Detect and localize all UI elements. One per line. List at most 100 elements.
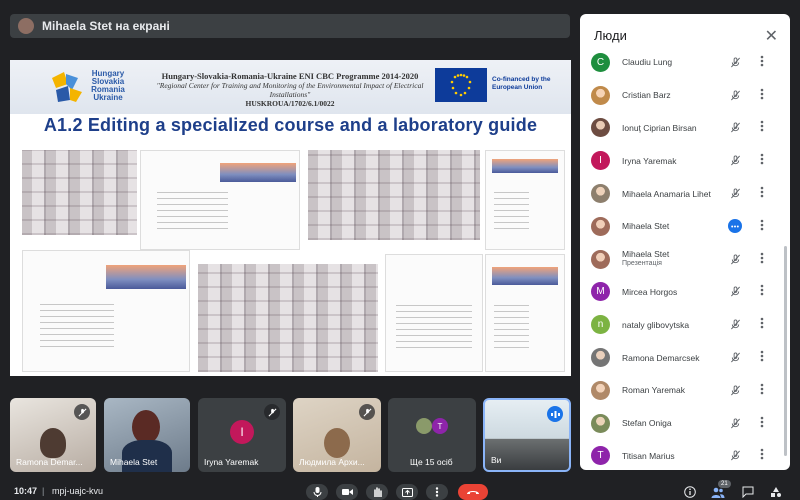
more-vert-icon[interactable]	[760, 219, 764, 234]
more-options-button[interactable]	[426, 484, 448, 500]
more-vert-icon[interactable]	[760, 120, 764, 135]
mic-off-icon[interactable]	[728, 416, 742, 430]
hand-icon	[373, 487, 382, 497]
video-tile[interactable]: Ramona Demar...	[10, 398, 96, 472]
more-vert-icon[interactable]	[760, 317, 764, 332]
more-vert-icon[interactable]	[760, 383, 764, 398]
more-vert-icon[interactable]	[760, 88, 764, 103]
video-tile[interactable]: I Iryna Yaremak	[198, 398, 286, 472]
participant-avatar: T	[591, 446, 610, 466]
mic-button[interactable]	[306, 484, 328, 500]
participant-row[interactable]: C Claudiu Lung	[580, 46, 790, 79]
slide-header: Hungary Slovakia Romania Ukraine Hungary-Sl…	[10, 60, 571, 114]
participant-row[interactable]: Mihaela Stet Презентація	[580, 243, 790, 276]
mic-off-icon[interactable]	[728, 449, 742, 463]
presenter-banner[interactable]: Mihaela Stet на екрані	[10, 14, 570, 38]
camera-button[interactable]	[336, 484, 358, 500]
participant-avatar: I	[591, 151, 610, 171]
more-vert-icon[interactable]	[760, 252, 764, 267]
participant-list-scrollbar[interactable]	[784, 246, 787, 456]
participant-avatar	[591, 118, 610, 138]
tile-name: Ramona Demar...	[16, 457, 83, 467]
participant-name-block: nataly glibovytska	[622, 320, 742, 330]
photo-books-1	[22, 150, 137, 235]
activities-button[interactable]	[768, 484, 784, 500]
speaking-icon[interactable]	[728, 219, 742, 234]
participant-name-block: Mircea Horgos	[622, 287, 742, 297]
more-vert-icon[interactable]	[760, 448, 764, 463]
participant-avatar: C	[591, 52, 610, 72]
mic-icon	[313, 487, 321, 497]
mic-off-icon	[264, 404, 280, 420]
participant-subtitle: Презентація	[622, 260, 662, 268]
participant-avatar	[416, 418, 432, 434]
mic-off-icon[interactable]	[728, 318, 742, 332]
mic-off-icon[interactable]	[728, 252, 742, 266]
mic-off-icon[interactable]	[728, 187, 742, 201]
photo-cover-4	[385, 254, 483, 372]
participant-name: Mihaela Stet	[622, 249, 670, 260]
participant-row[interactable]: I Iryna Yaremak	[580, 144, 790, 177]
tile-avatar: I	[230, 420, 254, 444]
people-panel-title: Люди	[594, 28, 627, 43]
participant-row[interactable]: Mihaela Anamaria Lihet	[580, 177, 790, 210]
participant-name-block: Cristian Barz	[622, 90, 742, 100]
participant-name-block: Claudiu Lung	[622, 57, 742, 67]
participant-name-block: Stefan Oniga	[622, 418, 742, 428]
end-call-button[interactable]	[458, 484, 488, 500]
participant-row[interactable]: Roman Yaremak	[580, 374, 790, 407]
chat-icon	[742, 486, 754, 498]
more-vert-icon	[435, 487, 439, 497]
mic-off-icon	[74, 404, 90, 420]
programme-logo-text: Hungary Slovakia Romania Ukraine	[91, 69, 125, 102]
participant-name-block: Mihaela Stet	[622, 221, 742, 231]
close-icon[interactable]: ✕	[765, 26, 778, 46]
photo-books-3	[198, 264, 378, 372]
people-icon	[711, 487, 725, 498]
participant-row[interactable]: Stefan Oniga	[580, 407, 790, 440]
participant-row[interactable]: Ramona Demarcsek	[580, 341, 790, 374]
video-tile[interactable]: Людмила Архи...	[293, 398, 381, 472]
presenter-avatar	[18, 18, 34, 34]
participant-name: Titisan Marius	[622, 450, 675, 461]
more-vert-icon[interactable]	[760, 153, 764, 168]
participant-row[interactable]: n nataly glibovytska	[580, 308, 790, 341]
participant-name: Cristian Barz	[622, 90, 671, 101]
mic-off-icon[interactable]	[728, 55, 742, 69]
present-button[interactable]	[396, 484, 418, 500]
participant-avatar	[591, 184, 610, 204]
mic-off-icon[interactable]	[728, 285, 742, 299]
more-vert-icon[interactable]	[760, 416, 764, 431]
participant-name: nataly glibovytska	[622, 319, 690, 330]
participant-row[interactable]: Cristian Barz	[580, 79, 790, 112]
more-vert-icon[interactable]	[760, 186, 764, 201]
more-participants-tile[interactable]: T Ще 15 осіб	[388, 398, 476, 472]
chat-button[interactable]	[740, 484, 756, 500]
participant-name-block: Ionuţ Ciprian Birsan	[622, 123, 742, 133]
photo-books-2	[308, 150, 480, 240]
participant-row[interactable]: M Mircea Horgos	[580, 276, 790, 309]
participant-row[interactable]: Ionuţ Ciprian Birsan	[580, 112, 790, 145]
participant-name: Stefan Oniga	[622, 418, 672, 429]
mic-off-icon[interactable]	[728, 351, 742, 365]
more-vert-icon[interactable]	[760, 55, 764, 70]
participant-row[interactable]: Mihaela Stet	[580, 210, 790, 243]
mic-off-icon[interactable]	[728, 383, 742, 397]
raise-hand-button[interactable]	[366, 484, 388, 500]
participant-name: Mihaela Anamaria Lihet	[622, 188, 711, 199]
more-vert-icon[interactable]	[760, 350, 764, 365]
self-video-tile[interactable]: Ви	[483, 398, 571, 472]
video-tile[interactable]: Mihaela Stet	[104, 398, 190, 472]
participant-row[interactable]: T Titisan Marius	[580, 440, 790, 470]
participant-avatar: n	[591, 315, 610, 335]
more-vert-icon[interactable]	[760, 284, 764, 299]
mic-off-icon[interactable]	[728, 88, 742, 102]
meeting-info-button[interactable]	[682, 484, 698, 500]
programme-logo	[52, 72, 82, 102]
mic-off-icon[interactable]	[728, 154, 742, 168]
mic-off-icon[interactable]	[728, 121, 742, 135]
info-icon	[684, 486, 696, 498]
photo-cover-1	[140, 150, 300, 250]
participant-name: Roman Yaremak	[622, 385, 685, 396]
tile-name: Ще 15 осіб	[410, 457, 453, 467]
